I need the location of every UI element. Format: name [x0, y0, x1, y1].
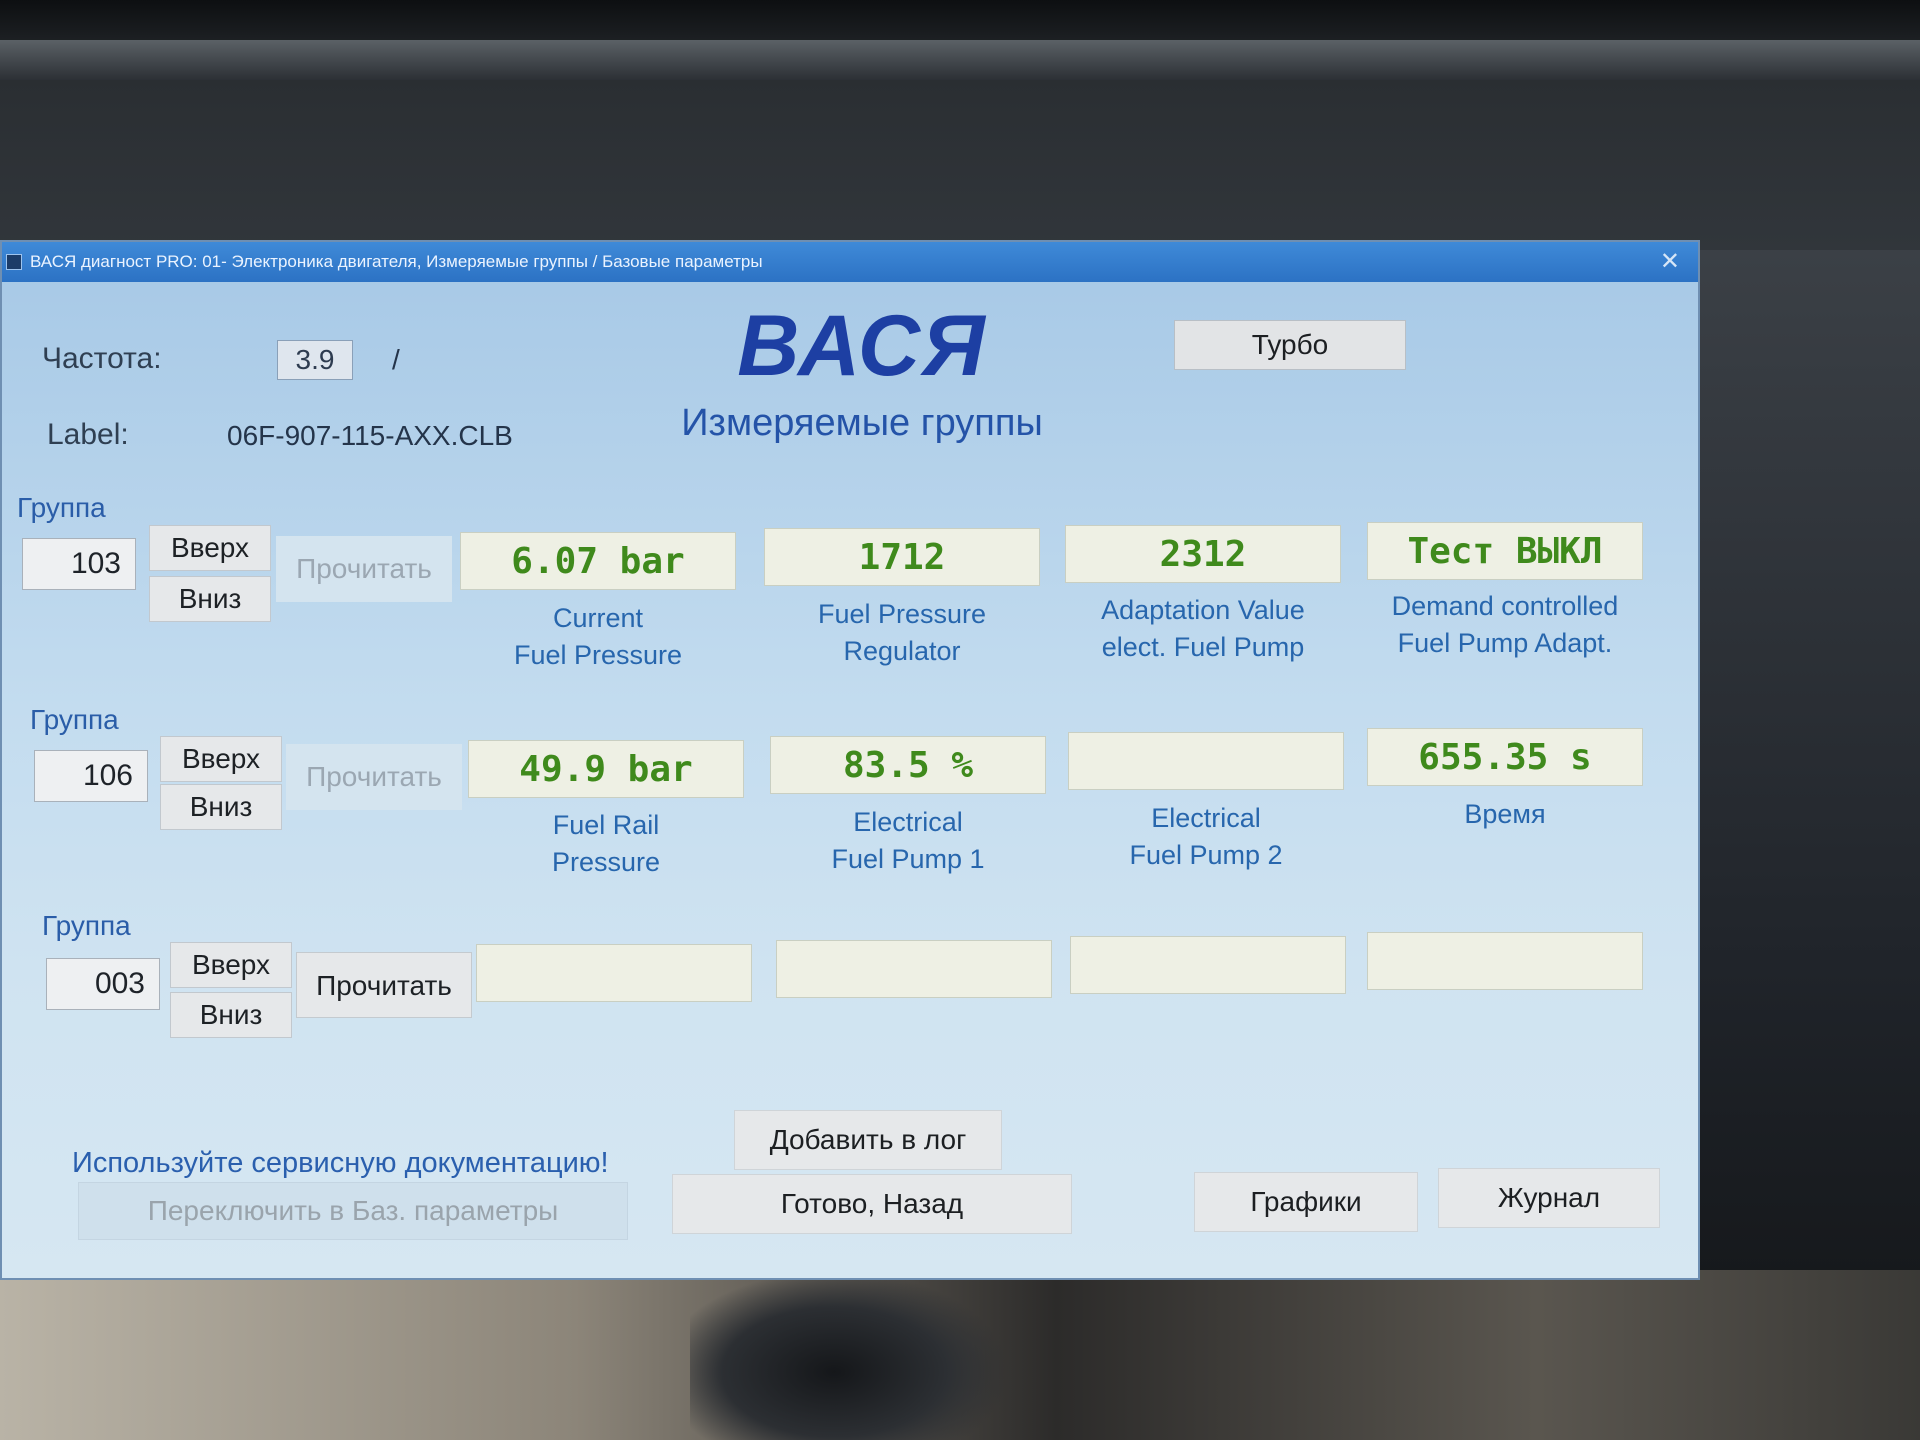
field-value	[1068, 732, 1344, 790]
field-label: Fuel Rail Pressure	[468, 807, 744, 881]
group-down-button[interactable]: Вниз	[149, 576, 271, 622]
field-value	[1070, 936, 1346, 994]
field-label-line: elect. Fuel Pump	[1101, 632, 1305, 662]
field-label: Fuel Pressure Regulator	[764, 596, 1040, 670]
field-value: 2312	[1065, 525, 1341, 583]
add-to-log-button[interactable]: Добавить в лог	[734, 1110, 1002, 1170]
field-value	[1367, 932, 1643, 990]
read-button[interactable]: Прочитать	[286, 744, 462, 810]
field-label: Время	[1367, 796, 1643, 833]
field-value: 6.07 bar	[460, 532, 736, 590]
group-up-button[interactable]: Вверх	[149, 525, 271, 571]
field-value	[476, 944, 752, 1002]
field-label: Electrical Fuel Pump 2	[1068, 800, 1344, 874]
app-brand-logo: ВАСЯ	[737, 298, 987, 394]
field-label: Electrical Fuel Pump 1	[770, 804, 1046, 878]
app-icon[interactable]	[6, 254, 22, 270]
field-label-line: Pressure	[551, 847, 661, 877]
label-file-name: 06F-907-115-AXX.CLB	[227, 420, 513, 451]
field-value: 49.9 bar	[468, 740, 744, 798]
graphs-button[interactable]: Графики	[1194, 1172, 1418, 1232]
window-title: ВАСЯ диагност PRO: 01- Электроника двига…	[30, 252, 763, 271]
read-button[interactable]: Прочитать	[276, 536, 452, 602]
label-label: Label:	[47, 418, 129, 451]
field-label-line: Fuel Pressure	[817, 599, 987, 629]
group-up-button[interactable]: Вверх	[170, 942, 292, 988]
wallpaper-car	[690, 1270, 1010, 1440]
journal-button[interactable]: Журнал	[1438, 1168, 1660, 1228]
group-label: Группа	[30, 704, 119, 735]
field-label: Demand controlled Fuel Pump Adapt.	[1367, 588, 1643, 662]
field-value: 655.35 s	[1367, 728, 1643, 786]
field-label-line: Adaptation Value	[1101, 595, 1305, 625]
group-down-button[interactable]: Вниз	[170, 992, 292, 1038]
close-icon[interactable]: ✕	[1660, 242, 1680, 282]
field-label-line: Fuel Pump 2	[1129, 840, 1283, 870]
field-label-line: Fuel Pump Adapt.	[1397, 628, 1613, 658]
monitor-edge	[0, 40, 1920, 80]
page-title: Измеряемые группы	[681, 402, 1043, 444]
field-label-line: Fuel Rail	[552, 810, 660, 840]
field-label-line: Время	[1464, 799, 1546, 829]
group-down-button[interactable]: Вниз	[160, 784, 282, 830]
field-label: Adaptation Value elect. Fuel Pump	[1065, 592, 1341, 666]
group-up-button[interactable]: Вверх	[160, 736, 282, 782]
field-value: 1712	[764, 528, 1040, 586]
group-label: Группа	[17, 492, 106, 523]
group-number-input[interactable]: 103	[22, 538, 136, 590]
field-label: Current Fuel Pressure	[460, 600, 736, 674]
monitor-bezel	[0, 0, 1920, 250]
field-value: 83.5 %	[770, 736, 1046, 794]
field-label-line: Electrical	[853, 807, 963, 837]
field-label-line: Fuel Pump 1	[831, 844, 985, 874]
service-doc-note: Используйте сервисную документацию!	[72, 1147, 609, 1179]
desktop-background	[1690, 250, 1920, 1440]
frequency-label: Частота:	[42, 342, 162, 375]
field-value: Тест ВЫКЛ	[1367, 522, 1643, 580]
field-label-line: Regulator	[843, 636, 961, 666]
app-window: ВАСЯ диагност PRO: 01- Электроника двига…	[0, 240, 1700, 1280]
frequency-separator: /	[392, 344, 400, 375]
frequency-value: 3.9	[277, 340, 353, 380]
group-label: Группа	[42, 910, 131, 941]
title-bar[interactable]: ВАСЯ диагност PRO: 01- Электроника двига…	[2, 242, 1698, 282]
switch-basic-params-button[interactable]: Переключить в Баз. параметры	[78, 1182, 628, 1240]
field-value	[776, 940, 1052, 998]
done-back-button[interactable]: Готово, Назад	[672, 1174, 1072, 1234]
field-label-line: Current	[552, 603, 644, 633]
field-label-line: Electrical	[1151, 803, 1261, 833]
field-label-line: Fuel Pressure	[513, 640, 683, 670]
group-number-input[interactable]: 003	[46, 958, 160, 1010]
turbo-button[interactable]: Турбо	[1174, 320, 1406, 370]
field-label-line: Demand controlled	[1391, 591, 1619, 621]
read-button[interactable]: Прочитать	[296, 952, 472, 1018]
group-number-input[interactable]: 106	[34, 750, 148, 802]
